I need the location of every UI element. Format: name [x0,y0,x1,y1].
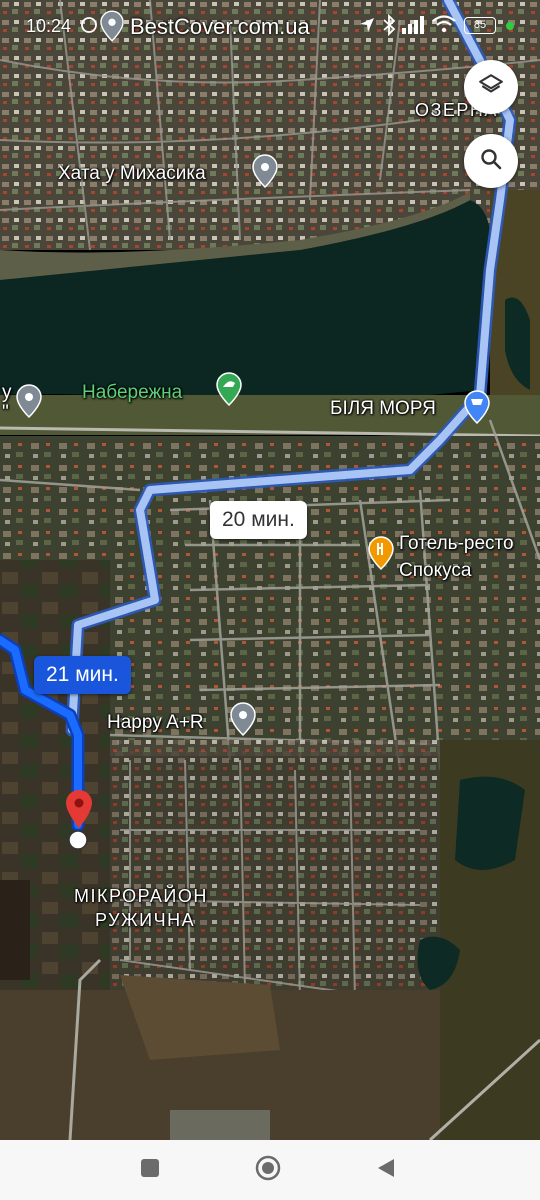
place-label-clipped: у [2,382,12,403]
navigation-bar [0,1140,540,1200]
map-pin-icon[interactable] [16,384,42,419]
search-icon [479,147,503,176]
triangle-back-icon [375,1157,397,1184]
destination-pin-icon[interactable] [66,790,92,828]
location-arrow-icon [358,16,376,39]
layers-button[interactable] [464,60,518,114]
battery-level: 85 [473,19,487,31]
square-icon [140,1158,160,1183]
wifi-icon [432,15,456,38]
area-label: МІКРОРАЙОН [74,886,208,906]
recents-button[interactable] [132,1152,168,1188]
recording-dot-icon [506,22,514,30]
alternative-route-time[interactable]: 20 мин. [210,501,307,539]
status-bar: 10:24 BestCover.com.ua 85 [0,0,540,56]
layers-icon [478,72,504,103]
bluetooth-icon [382,13,396,41]
restaurant-pin-icon[interactable] [368,536,394,571]
shop-pin-icon[interactable] [464,390,490,425]
home-button[interactable] [250,1152,286,1188]
search-button[interactable] [464,134,518,188]
place-label[interactable]: Готель-ресто [399,533,514,555]
map-pin-icon[interactable] [230,702,256,737]
battery-icon: 85 [464,17,496,34]
signal-icon [402,16,428,39]
back-button[interactable] [368,1152,404,1188]
map-pin-icon[interactable] [252,154,278,189]
place-label[interactable]: Набережна [82,382,182,404]
watermark-text: BestCover.com.ua [130,14,310,39]
main-route-time[interactable]: 21 мин. [34,656,131,694]
circle-icon [254,1154,282,1187]
place-label[interactable]: Спокуса [399,560,471,582]
map-pin-icon [100,10,124,47]
map-view[interactable]: Хата у Михасика Набережна БІЛЯ МОРЯ Готе… [0,0,540,1140]
place-label[interactable]: БІЛЯ МОРЯ [330,398,436,420]
park-pin-icon[interactable] [216,372,242,407]
area-label: РУЖИЧНА [95,910,196,930]
status-time: 10:24 [26,16,72,36]
place-label[interactable]: Happy A+R [107,712,204,734]
place-label[interactable]: Хата у Михасика [58,163,206,185]
whatsapp-icon [80,16,98,39]
place-label-clipped: " [2,402,9,423]
